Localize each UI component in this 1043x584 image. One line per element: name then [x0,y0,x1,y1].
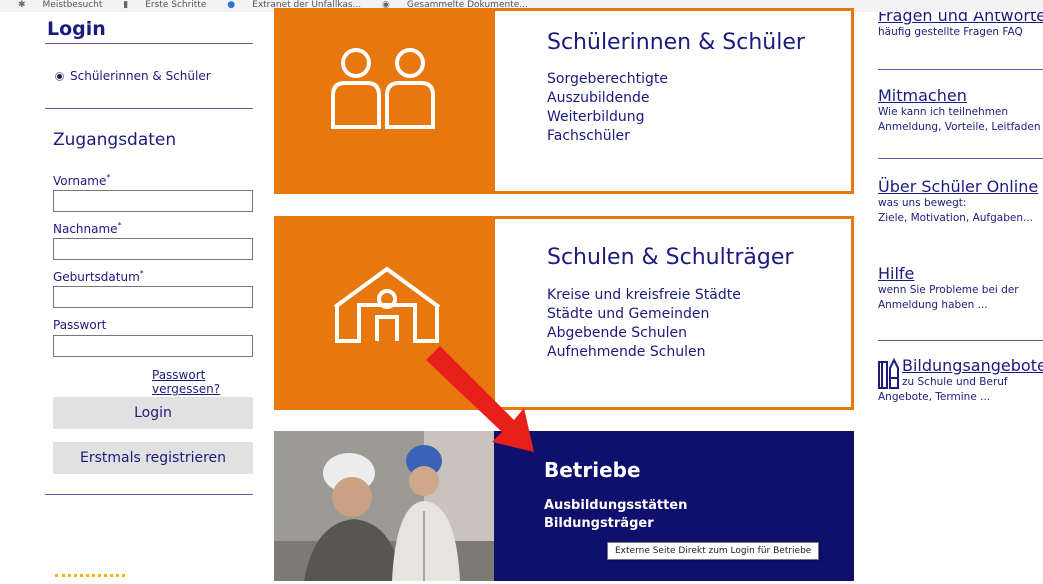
login-title: Login [47,18,106,40]
list-item: Städte und Gemeinden [547,306,710,322]
card-students-list: Sorgeberechtigte Auszubildende Weiterbil… [547,70,805,146]
geburtsdatum-field[interactable] [53,286,253,308]
tooltip: Externe Seite Direkt zum Login für Betri… [607,542,820,560]
hilfe-subtitle: Anmeldung haben ... [878,299,988,311]
vorname-field[interactable] [53,190,253,212]
list-item: Aufnehmende Schulen [547,344,706,360]
nachname-label: Nachname* [53,221,122,236]
list-item: Fachschüler [547,128,630,144]
list-item: Ausbildungsstätten [544,498,688,513]
list-item: Kreise und kreisfreie Städte [547,287,741,303]
about-subtitle: Ziele, Motivation, Aufgaben... [878,212,1034,224]
card-companies-list: Ausbildungsstätten Bildungsträger [544,497,687,533]
mitmachen-subtitle: Anmeldung, Vorteile, Leitfaden [878,121,1041,133]
card-schools[interactable]: Schulen & Schulträger Kreise und kreisfr… [274,216,854,410]
role-option-label: Schülerinnen & Schüler [70,69,211,83]
login-button[interactable]: Login [53,397,253,429]
card-schools-side [277,219,495,407]
nachname-field[interactable] [53,238,253,260]
divider [45,108,253,109]
bookmark-icon: ▮ [123,0,129,10]
link-mitmachen[interactable]: Mitmachen Wie kann ich teilnehmen Anmeld… [878,86,1043,135]
card-students-side [277,11,495,191]
role-option[interactable]: Schülerinnen & Schüler [55,69,211,83]
bookmark-item[interactable]: Meistbesucht [43,1,103,10]
card-students-title: Schülerinnen & Schüler [547,30,805,55]
bildung-title[interactable]: Bildungsangebote [902,356,1043,375]
divider [45,494,253,495]
card-students[interactable]: Schülerinnen & Schüler Sorgeberechtigte … [274,8,854,194]
radio-selected-icon[interactable] [55,71,64,81]
divider [878,158,1043,159]
workers-image [274,431,494,581]
right-sidebar: Fragen und Antworten häufig gestellte Fr… [878,12,1043,581]
link-about[interactable]: Über Schüler Online was uns bewegt: Ziel… [878,177,1043,226]
about-subtitle: was uns bewegt: [878,197,967,209]
divider [878,340,1043,341]
hilfe-subtitle: wenn Sie Probleme bei der [878,284,1019,296]
card-schools-list: Kreise und kreisfreie Städte Städte und … [547,286,793,362]
bookmark-item[interactable]: Erste Schritte [145,1,206,10]
mitmachen-subtitle: Wie kann ich teilnehmen [878,106,1009,118]
about-title[interactable]: Über Schüler Online [878,177,1043,196]
footer-logo-fragment [55,574,125,584]
list-item: Bildungsträger [544,516,654,531]
forgot-password-link[interactable]: Passwort vergessen? [152,368,255,396]
bildung-subtitle: Angebote, Termine ... [878,391,991,403]
list-item: Weiterbildung [547,109,645,125]
mitmachen-title[interactable]: Mitmachen [878,86,1043,105]
divider [878,69,1043,70]
books-icon [878,358,899,389]
card-schools-title: Schulen & Schulträger [547,245,794,270]
list-item: Sorgeberechtigte [547,71,668,87]
faq-title[interactable]: Fragen und Antworten [878,12,1043,25]
workers-photo [274,431,494,581]
gear-icon: ✱ [18,0,26,10]
school-building-icon [333,266,441,343]
passwort-field[interactable] [53,335,253,357]
two-persons-icon [331,48,435,129]
faq-subtitle: häufig gestellte Fragen FAQ [878,26,1023,38]
globe-icon: ● [227,0,236,10]
link-bildung[interactable]: Bildungsangebote zu Schule und Beruf Ang… [878,356,1043,405]
register-button[interactable]: Erstmals registrieren [53,442,253,474]
geburtsdatum-label: Geburtsdatum* [53,269,144,284]
link-hilfe[interactable]: Hilfe wenn Sie Probleme bei der Anmeldun… [878,264,1043,313]
vorname-label: Vorname* [53,173,111,188]
hilfe-title[interactable]: Hilfe [878,264,1043,283]
bildung-subtitle: zu Schule und Beruf [902,376,1008,388]
link-faq[interactable]: Fragen und Antworten häufig gestellte Fr… [878,12,1043,40]
divider [45,43,253,44]
list-item: Auszubildende [547,90,650,106]
passwort-label: Passwort [53,318,107,332]
list-item: Abgebende Schulen [547,325,687,341]
card-companies-title: Betriebe [544,458,641,482]
section-title: Zugangsdaten [53,130,177,150]
